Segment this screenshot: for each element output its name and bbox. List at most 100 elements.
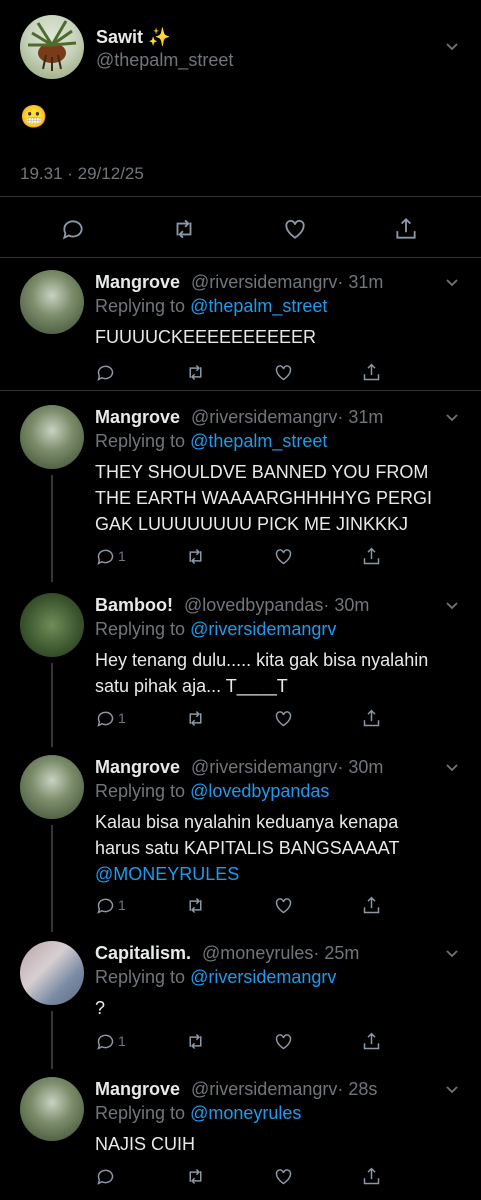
avatar[interactable] [20, 593, 84, 657]
main-tweet: Sawit ✨ @thepalm_street 😬 19.31 · 29/12/… [0, 0, 481, 258]
like-icon[interactable] [273, 895, 294, 916]
like-button[interactable] [273, 544, 294, 568]
like-button[interactable] [273, 1164, 294, 1188]
avatar[interactable] [20, 270, 84, 334]
reply-author-name[interactable]: Mangrove [95, 272, 180, 292]
reply-actions: 1 [95, 893, 395, 917]
like-button[interactable] [273, 706, 294, 730]
reply-author-handle[interactable]: @moneyrules [197, 943, 313, 963]
reply-author-name[interactable]: Capitalism. [95, 943, 191, 963]
retweet-button[interactable] [185, 1029, 206, 1053]
retweet-button[interactable] [185, 544, 206, 568]
reply-button[interactable] [95, 360, 116, 384]
reply-author-name[interactable]: Mangrove [95, 1079, 180, 1099]
avatar[interactable] [20, 1077, 84, 1141]
chevron-down-icon[interactable] [445, 40, 459, 54]
avatar[interactable] [20, 755, 84, 819]
reply-icon[interactable] [95, 362, 116, 383]
retweet-icon[interactable] [171, 216, 197, 242]
replying-to-label: Replying to [95, 967, 191, 987]
reply-author-handle[interactable]: @riversidemangrv [186, 757, 337, 777]
chevron-down-icon[interactable] [445, 276, 459, 290]
reply-icon[interactable] [95, 546, 116, 567]
share-icon[interactable] [361, 546, 382, 567]
share-button[interactable] [361, 893, 382, 917]
reply-text: FUUUUCKEEEEEEEEEER [95, 324, 455, 350]
share-button[interactable] [361, 1164, 382, 1188]
reply-actions: 1 [95, 544, 395, 568]
avatar-sawit[interactable] [20, 15, 84, 79]
reply-button[interactable]: 1 [95, 544, 126, 568]
share-button[interactable] [361, 706, 382, 730]
retweet-button[interactable] [185, 1164, 206, 1188]
reply-button[interactable] [95, 1164, 116, 1188]
like-icon[interactable] [273, 546, 294, 567]
share-button[interactable] [361, 544, 382, 568]
share-icon[interactable] [361, 362, 382, 383]
reply-icon[interactable] [95, 895, 116, 916]
like-icon[interactable] [282, 216, 308, 242]
reply-text: THEY SHOULDVE BANNED YOU FROM THE EARTH W… [95, 459, 455, 537]
replying-to: Replying to @moneyrules [95, 1101, 301, 1125]
reply-author-name[interactable]: Mangrove [95, 757, 180, 777]
like-icon[interactable] [273, 1166, 294, 1187]
reply-author-handle[interactable]: @riversidemangrv [186, 407, 337, 427]
reply-button[interactable]: 1 [95, 1029, 126, 1053]
retweet-button[interactable] [185, 893, 206, 917]
retweet-icon[interactable] [185, 1166, 206, 1187]
like-button[interactable] [273, 360, 294, 384]
retweet-button[interactable] [185, 360, 206, 384]
author-handle[interactable]: @thepalm_street [96, 50, 233, 71]
chevron-down-icon[interactable] [445, 1083, 459, 1097]
retweet-icon[interactable] [185, 546, 206, 567]
retweet-icon[interactable] [185, 1031, 206, 1052]
thread-line [51, 663, 53, 747]
like-button[interactable] [273, 893, 294, 917]
chevron-down-icon[interactable] [445, 599, 459, 613]
retweet-icon[interactable] [185, 362, 206, 383]
reply-count: 1 [118, 897, 126, 913]
retweet-icon[interactable] [185, 895, 206, 916]
reply-text-line: ? [95, 998, 106, 1018]
replying-to-link[interactable]: @lovedbypandas [190, 781, 329, 801]
share-icon[interactable] [361, 1166, 382, 1187]
reply-icon[interactable] [60, 216, 86, 242]
reply-text-line: harus satu KAPITALIS BANGSAAAAT [95, 838, 400, 858]
like-button[interactable] [273, 1029, 294, 1053]
share-icon[interactable] [393, 216, 419, 242]
reply-author-handle[interactable]: @riversidemangrv [186, 272, 337, 292]
reply-button[interactable]: 1 [95, 706, 126, 730]
like-icon[interactable] [273, 708, 294, 729]
chevron-down-icon[interactable] [445, 761, 459, 775]
reply-text-line: satu pihak aja... T____T [95, 676, 288, 696]
retweet-button[interactable] [185, 706, 206, 730]
retweet-icon[interactable] [185, 708, 206, 729]
avatar[interactable] [20, 405, 84, 469]
share-button[interactable] [361, 1029, 382, 1053]
replying-to-link[interactable]: @riversidemangrv [190, 967, 336, 987]
share-icon[interactable] [361, 895, 382, 916]
reply-author-name[interactable]: Bamboo! [95, 595, 173, 615]
reply-icon[interactable] [95, 708, 116, 729]
author-name[interactable]: Sawit ✨ [96, 27, 170, 48]
replying-to-link[interactable]: @thepalm_street [190, 296, 327, 316]
reply-author-handle[interactable]: @lovedbypandas [179, 595, 323, 615]
share-icon[interactable] [361, 1031, 382, 1052]
share-button[interactable] [361, 360, 382, 384]
like-icon[interactable] [273, 1031, 294, 1052]
replying-to-label: Replying to [95, 1103, 191, 1123]
replying-to-link[interactable]: @thepalm_street [190, 431, 327, 451]
mention-link[interactable]: @MONEYRULES [95, 861, 455, 887]
chevron-down-icon[interactable] [445, 947, 459, 961]
replying-to-link[interactable]: @moneyrules [190, 1103, 301, 1123]
reply-author-name[interactable]: Mangrove [95, 407, 180, 427]
reply-icon[interactable] [95, 1031, 116, 1052]
reply-button[interactable]: 1 [95, 893, 126, 917]
avatar[interactable] [20, 941, 84, 1005]
like-icon[interactable] [273, 362, 294, 383]
chevron-down-icon[interactable] [445, 411, 459, 425]
share-icon[interactable] [361, 708, 382, 729]
reply-author-handle[interactable]: @riversidemangrv [186, 1079, 337, 1099]
replying-to-link[interactable]: @riversidemangrv [190, 619, 336, 639]
reply-icon[interactable] [95, 1166, 116, 1187]
